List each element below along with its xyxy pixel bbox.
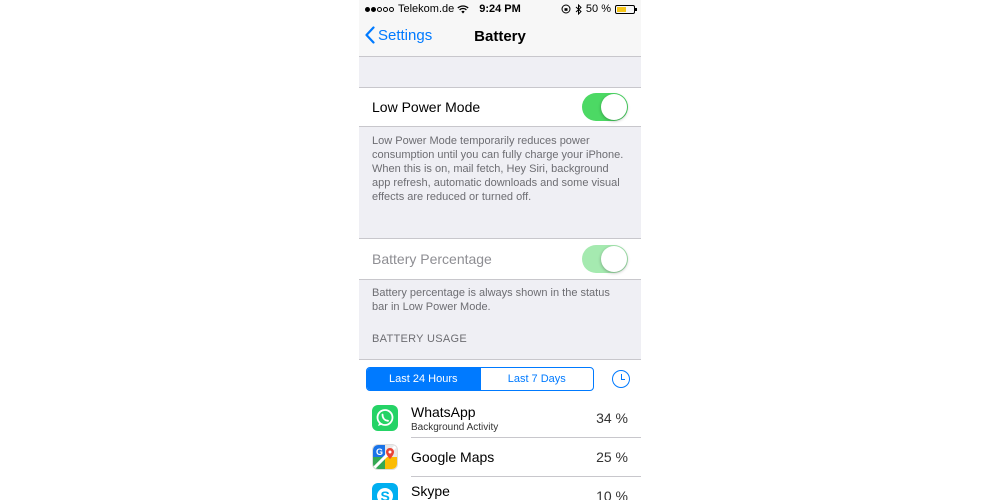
battery-percentage-description: Battery percentage is always shown in th… <box>372 287 610 313</box>
status-bar: Telekom.de 9:24 PM 50 % <box>359 0 641 18</box>
toggle-knob <box>601 94 627 120</box>
svg-text:G: G <box>376 447 383 457</box>
battery-fill <box>617 6 626 12</box>
app-subtitle: Background Activity <box>411 422 499 433</box>
bluetooth-icon <box>575 3 582 15</box>
toggle-knob <box>601 246 627 272</box>
segment-last-24-hours[interactable]: Last 24 Hours <box>367 368 480 390</box>
app-battery-percent: 25 % <box>596 449 628 465</box>
status-right: 50 % <box>561 3 637 15</box>
app-name: Skype <box>411 483 450 499</box>
phone-screen: Telekom.de 9:24 PM 50 % Settings Battery… <box>359 0 641 500</box>
battery-usage-header: BATTERY USAGE <box>372 333 467 345</box>
navigation-bar: Settings Battery <box>359 18 641 57</box>
rotation-lock-icon <box>561 4 571 14</box>
whatsapp-icon <box>372 405 398 431</box>
app-battery-percent: 10 % <box>596 488 628 500</box>
battery-percentage-label: Battery Percentage <box>372 251 492 267</box>
low-power-mode-label: Low Power Mode <box>372 99 481 115</box>
usage-period-row: Last 24 Hours Last 7 Days <box>359 359 641 400</box>
list-item[interactable]: G Google Maps 25 % <box>359 438 641 477</box>
google-maps-icon: G <box>372 444 398 470</box>
clock-icon[interactable] <box>612 370 630 388</box>
skype-icon: S <box>372 483 398 500</box>
app-name: Google Maps <box>411 449 495 465</box>
battery-percent-text: 50 % <box>585 3 611 15</box>
usage-period-segmented-control: Last 24 Hours Last 7 Days <box>366 367 594 391</box>
battery-icon <box>615 4 637 14</box>
list-item[interactable]: S Skype 10 % <box>359 477 641 500</box>
battery-percentage-cell: Battery Percentage <box>359 238 641 280</box>
battery-percentage-toggle[interactable] <box>582 245 628 273</box>
list-item[interactable]: WhatsApp Background Activity 34 % <box>359 399 641 438</box>
segment-last-7-days[interactable]: Last 7 Days <box>479 368 594 390</box>
low-power-mode-description: Low Power Mode temporarily reduces power… <box>372 135 624 203</box>
app-name: WhatsApp <box>411 404 476 420</box>
low-power-mode-cell: Low Power Mode <box>359 87 641 127</box>
svg-text:S: S <box>381 488 390 500</box>
app-battery-percent: 34 % <box>596 410 628 426</box>
page-title: Battery <box>474 28 526 45</box>
low-power-mode-toggle[interactable] <box>582 93 628 121</box>
